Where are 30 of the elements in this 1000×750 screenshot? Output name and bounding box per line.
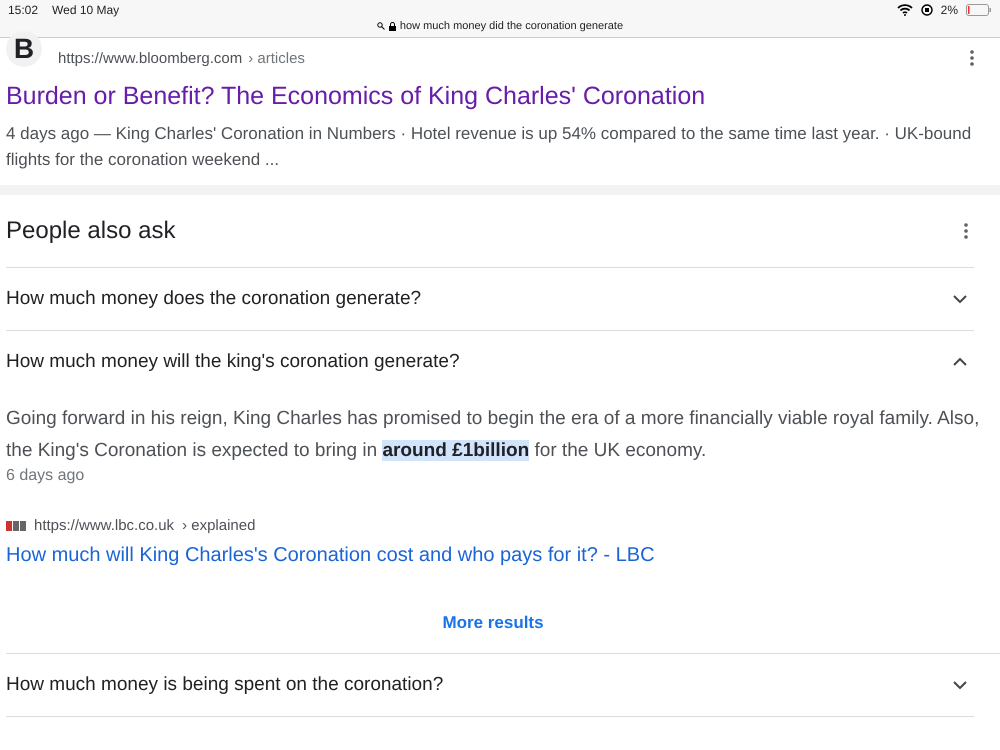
section-heading: People also ask (6, 217, 176, 245)
address-text[interactable]: how much money did the coronation generate (400, 20, 624, 32)
status-date: Wed 10 May (52, 3, 120, 17)
answer-text: Going forward in his reign, King Charles has promised to begin the era of a more financially viable royal family. Also, the King's Coronation is expected to bring in around £1billion for the UK economy. (6, 407, 980, 463)
more-results-link[interactable]: More results (442, 613, 544, 632)
battery-percentage: 2% (940, 3, 958, 17)
question-row[interactable]: How much money does the coronation generate? (6, 268, 974, 331)
battery-icon (966, 4, 992, 16)
result-url: https://www.bloomberg.com (58, 50, 242, 66)
source-url: https://www.lbc.co.uk (34, 517, 174, 534)
question-row[interactable]: How much money will the king's coronation generate? (6, 331, 974, 393)
source-link[interactable]: How much will King Charles's Coronation cost and who pays for it? - LBC (6, 544, 980, 567)
question-text: How much money does the coronation generate? (6, 288, 422, 310)
orientation-lock-icon (920, 4, 933, 16)
more-options-icon[interactable] (970, 50, 974, 66)
question-text: How much money will the king's coronation generate? (6, 351, 460, 373)
more-options-icon[interactable] (964, 223, 968, 239)
status-time: 15:02 (8, 3, 38, 17)
result-title-link[interactable]: Burden or Benefit? The Economics of King Charles' Coronation (6, 82, 994, 111)
source-path: › explained (182, 517, 256, 534)
result-path: › articles (248, 50, 305, 66)
answer-date: 6 days ago (6, 467, 84, 484)
question-row[interactable]: How much money is being spent on the coronation? (6, 654, 974, 717)
site-logo: B (6, 31, 42, 67)
site-favicon-icon (6, 520, 26, 530)
search-icon (376, 22, 385, 30)
question-text: How much money is being spent on the coronation? (6, 674, 444, 696)
wifi-icon (896, 4, 913, 16)
result-snippet: 4 days ago — King Charles' Coronation in Numbers · Hotel revenue is up 54% compared to the same time last year. · UK-bound flights for the coronation weekend ... (6, 123, 972, 171)
lock-icon (388, 22, 396, 30)
